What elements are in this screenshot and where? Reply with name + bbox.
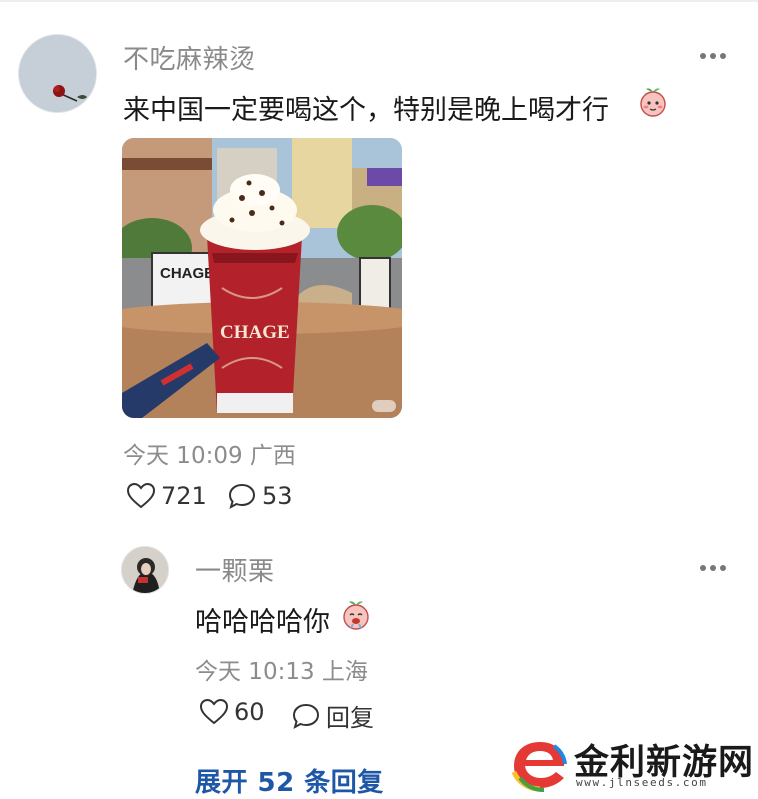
username[interactable]: 不吃麻辣烫 (123, 39, 256, 76)
comment-bubble-icon (292, 703, 320, 729)
peach-face-emoji-icon (640, 88, 666, 117)
sign-text: CHAGE (160, 265, 214, 282)
reply-location: 上海 (321, 659, 368, 685)
post-photo[interactable]: CHAGE CHAGE (122, 138, 402, 418)
username[interactable]: 一颗栗 (195, 551, 275, 588)
avatar[interactable] (18, 34, 97, 113)
peach-face-emoji-icon (343, 601, 369, 630)
comment-bubble-icon (228, 483, 256, 509)
like-count: 60 (234, 698, 265, 726)
post-meta: 今天 10:09 广西 (123, 436, 296, 470)
expand-replies-link[interactable]: 展开 52 条回复 (195, 762, 384, 799)
dot-icon (700, 53, 706, 59)
heart-icon (127, 483, 155, 509)
reply-text: 哈哈哈哈你 (195, 607, 330, 638)
dot-icon (710, 565, 716, 571)
like-button[interactable]: 60 (200, 698, 265, 726)
drink-photo-image: CHAGE CHAGE (122, 138, 402, 418)
like-button[interactable]: 721 (127, 482, 207, 510)
dot-icon (720, 53, 726, 59)
post-time: 今天 10:09 (123, 443, 243, 469)
reply-avatar-image (122, 547, 168, 593)
site-logo-icon (511, 742, 567, 792)
post-location: 广西 (249, 443, 296, 469)
dot-icon (700, 565, 706, 571)
more-options-button[interactable] (700, 46, 726, 66)
like-count: 721 (161, 482, 207, 510)
site-watermark: 金利新游网 www.jlnseeds.com (510, 732, 753, 792)
cup-brand-text: CHAGE (220, 322, 290, 343)
comment-button[interactable]: 53 (228, 482, 293, 510)
dot-icon (710, 53, 716, 59)
top-divider (0, 0, 758, 2)
dot-icon (720, 565, 726, 571)
comment-count: 53 (262, 482, 293, 510)
heart-icon (200, 699, 228, 725)
watermark-url: www.jlnseeds.com (576, 776, 708, 789)
avatar[interactable] (121, 546, 169, 594)
reply-time: 今天 10:13 (195, 659, 315, 685)
reply-meta: 今天 10:13 上海 (195, 652, 368, 686)
rose-icon (19, 35, 96, 112)
reply-label: 回复 (326, 704, 374, 732)
more-options-button[interactable] (700, 558, 726, 578)
comment-text: 来中国一定要喝这个，特别是晚上喝才行 (123, 95, 609, 126)
reply-button[interactable]: 回复 (292, 698, 374, 733)
